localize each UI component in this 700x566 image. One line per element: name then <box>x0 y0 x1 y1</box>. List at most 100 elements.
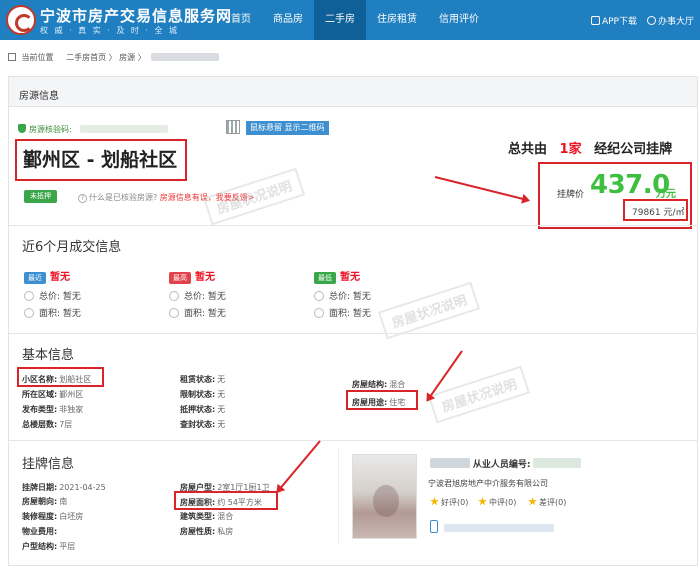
kv-key: 限制状态: <box>180 390 216 399</box>
rating-good[interactable]: 好评(0) <box>430 497 468 508</box>
nav-home[interactable]: 首页 <box>220 0 262 40</box>
deal-lowest-area-text: 面积: 暂无 <box>329 309 371 319</box>
panel-title: 房源信息 <box>19 91 59 102</box>
kv-key: 房屋朝向: <box>22 497 58 506</box>
agency-suffix: 经纪公司挂牌 <box>594 142 673 157</box>
kv-value: 2021-04-25 <box>59 483 106 492</box>
breadcrumb: 当前位置 二手房首页 〉 房源 〉 <box>8 52 220 63</box>
agency-count: 1家 <box>559 142 582 157</box>
deal-lowest-value: 暂无 <box>340 272 360 283</box>
kv-value: 划船社区 <box>59 375 92 384</box>
deal-badge-latest: 最近 <box>24 272 46 284</box>
nav-credit[interactable]: 信用评价 <box>428 0 490 40</box>
kv-key: 总楼层数: <box>22 420 58 429</box>
deal-highest-area-text: 面积: 暂无 <box>184 309 226 319</box>
deal-highest-total-text: 总价: 暂无 <box>184 292 226 302</box>
phone-icon <box>590 15 600 25</box>
kv-value: 约 54平方米 <box>217 498 262 507</box>
nav-new-homes[interactable]: 商品房 <box>262 0 314 40</box>
location-icon <box>8 53 16 61</box>
price-icon <box>314 291 324 301</box>
info-decoration: 装修程度: 白坯房 <box>22 511 83 522</box>
site-logo-icon[interactable] <box>6 5 36 35</box>
deal-highest-area: 面积: 暂无 <box>169 306 226 319</box>
breadcrumb-label: 当前位置 <box>21 53 54 62</box>
kv-key: 户型结构: <box>22 542 58 551</box>
info-property-nature: 房屋性质: 私房 <box>180 526 233 537</box>
app-download-link[interactable]: APP下载 <box>590 14 637 27</box>
kv-value: 无 <box>217 390 226 399</box>
price-unit: 万元 <box>656 189 676 200</box>
kv-key: 房屋性质: <box>180 527 216 536</box>
recent-deals-title: 近6个月成交信息 <box>22 240 122 255</box>
kv-key: 小区名称: <box>22 375 58 384</box>
info-floors: 总楼层数: 7层 <box>22 419 72 430</box>
office-label: 办事大厅 <box>657 16 694 27</box>
kv-value: 私房 <box>217 527 234 536</box>
kv-value: 平层 <box>59 542 76 551</box>
deal-highest: 最高 暂无 <box>169 268 215 284</box>
deal-lowest-area: 面积: 暂无 <box>314 306 371 319</box>
kv-key: 租赁状态: <box>180 375 216 384</box>
divider <box>9 333 697 334</box>
breadcrumb-path[interactable]: 二手房首页 〉 房源 〉 <box>66 53 146 62</box>
deal-highest-value: 暂无 <box>195 272 215 283</box>
info-seizure: 查封状态: 无 <box>180 419 225 430</box>
deal-lowest: 最低 暂无 <box>314 268 360 284</box>
qr-code-icon[interactable] <box>226 120 240 134</box>
agent-id: 从业人员编号: <box>430 457 582 470</box>
verify-code: 房源核验码: <box>18 124 169 135</box>
nav-rental[interactable]: 住房租赁 <box>366 0 428 40</box>
kv-value: 南 <box>59 497 68 506</box>
basic-info-title: 基本信息 <box>22 348 75 363</box>
main-nav: 首页 商品房 二手房 住房租赁 信用评价 <box>220 0 490 40</box>
show-qr-button[interactable]: 鼠标悬留 显示二维码 <box>246 121 329 135</box>
kv-key: 建筑类型: <box>180 512 216 521</box>
deal-latest-value: 暂无 <box>50 272 70 283</box>
info-orientation: 房屋朝向: 南 <box>22 496 67 507</box>
agent-photo[interactable] <box>352 454 417 539</box>
deal-highest-total: 总价: 暂无 <box>169 289 226 302</box>
phone-number-blurred[interactable] <box>444 524 554 532</box>
kv-value: 白坯房 <box>59 512 84 521</box>
verify-label: 房源核验码: <box>29 125 72 134</box>
verify-question[interactable]: 什么是已核验房源? <box>89 193 157 202</box>
breadcrumb-blurred <box>151 53 220 61</box>
price-icon <box>169 291 179 301</box>
info-usage: 房屋用途: 住宅 <box>352 397 405 408</box>
deal-latest-area: 面积: 暂无 <box>24 306 81 319</box>
info-building-type: 建筑类型: 混合 <box>180 511 233 522</box>
deal-latest-total: 总价: 暂无 <box>24 289 81 302</box>
info-district: 所在区域: 鄞州区 <box>22 389 83 400</box>
area-icon <box>24 308 34 318</box>
rating-neutral-label: 中评(0) <box>489 498 517 507</box>
divider <box>9 440 697 441</box>
star-icon <box>528 497 537 506</box>
info-publish-type: 发布类型: 非独家 <box>22 404 83 415</box>
area-icon <box>314 308 324 318</box>
info-list-date: 挂牌日期: 2021-04-25 <box>22 482 106 493</box>
area-icon <box>169 308 179 318</box>
agent-company[interactable]: 宁波君旭房地产中介服务有限公司 <box>428 478 548 489</box>
star-icon <box>478 497 487 506</box>
office-icon <box>646 15 656 25</box>
mortgage-tag: 未抵押 <box>24 190 57 203</box>
divider <box>9 225 697 226</box>
info-restriction: 限制状态: 无 <box>180 389 225 400</box>
kv-key: 装修程度: <box>22 512 58 521</box>
site-title[interactable]: 宁波市房产交易信息服务网 <box>40 5 232 26</box>
rating-bad[interactable]: 差评(0) <box>528 497 566 508</box>
kv-value: 无 <box>217 405 226 414</box>
price-label: 挂牌价 <box>557 190 585 200</box>
kv-key: 抵押状态: <box>180 405 216 414</box>
community-title: 鄞州区 - 划船社区 <box>23 149 178 171</box>
kv-value: 鄞州区 <box>59 390 84 399</box>
price-icon <box>24 291 34 301</box>
rating-neutral[interactable]: 中评(0) <box>478 497 516 508</box>
kv-key: 所在区域: <box>22 390 58 399</box>
info-floor-area: 房屋面积: 约 54平方米 <box>180 497 262 508</box>
nav-second-hand[interactable]: 二手房 <box>314 0 366 40</box>
question-icon: ? <box>78 194 87 203</box>
office-link[interactable]: 办事大厅 <box>646 14 694 27</box>
deal-latest-area-text: 面积: 暂无 <box>39 309 81 319</box>
